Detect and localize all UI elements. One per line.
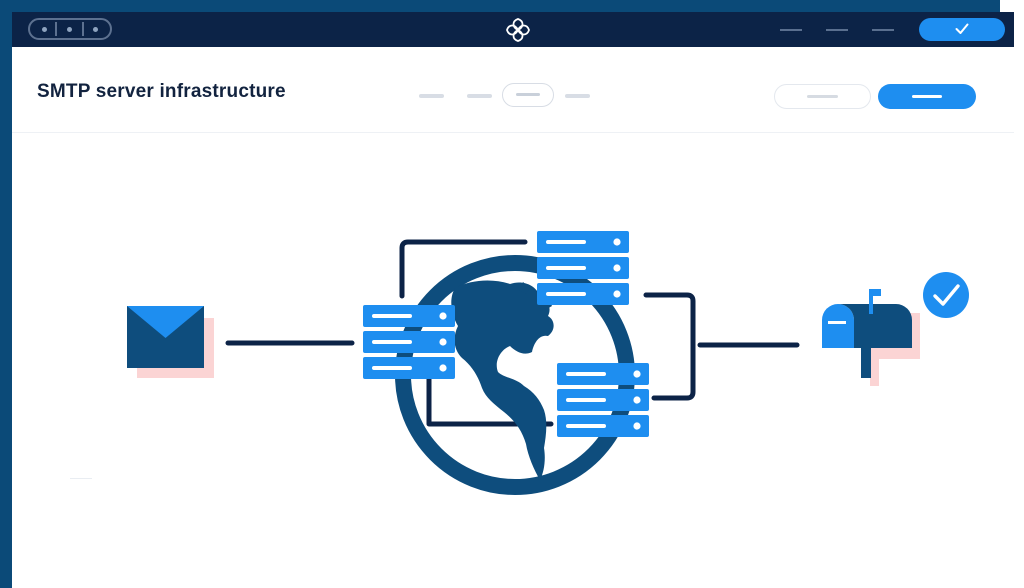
server-unit xyxy=(363,331,455,353)
server-unit xyxy=(537,257,629,279)
server-unit xyxy=(537,231,629,253)
server-unit xyxy=(557,389,649,411)
server-unit xyxy=(363,305,455,327)
smtp-diagram xyxy=(127,231,969,495)
mailbox-icon xyxy=(822,289,920,386)
server-rack-top xyxy=(537,231,629,305)
server-rack-left xyxy=(363,305,455,379)
server-unit xyxy=(557,363,649,385)
server-unit xyxy=(363,357,455,379)
server-rack-bottom xyxy=(557,363,649,437)
server-unit xyxy=(557,415,649,437)
right-bracket xyxy=(643,292,696,401)
envelope-icon xyxy=(127,306,214,378)
server-unit xyxy=(537,283,629,305)
check-circle-icon xyxy=(923,272,969,318)
